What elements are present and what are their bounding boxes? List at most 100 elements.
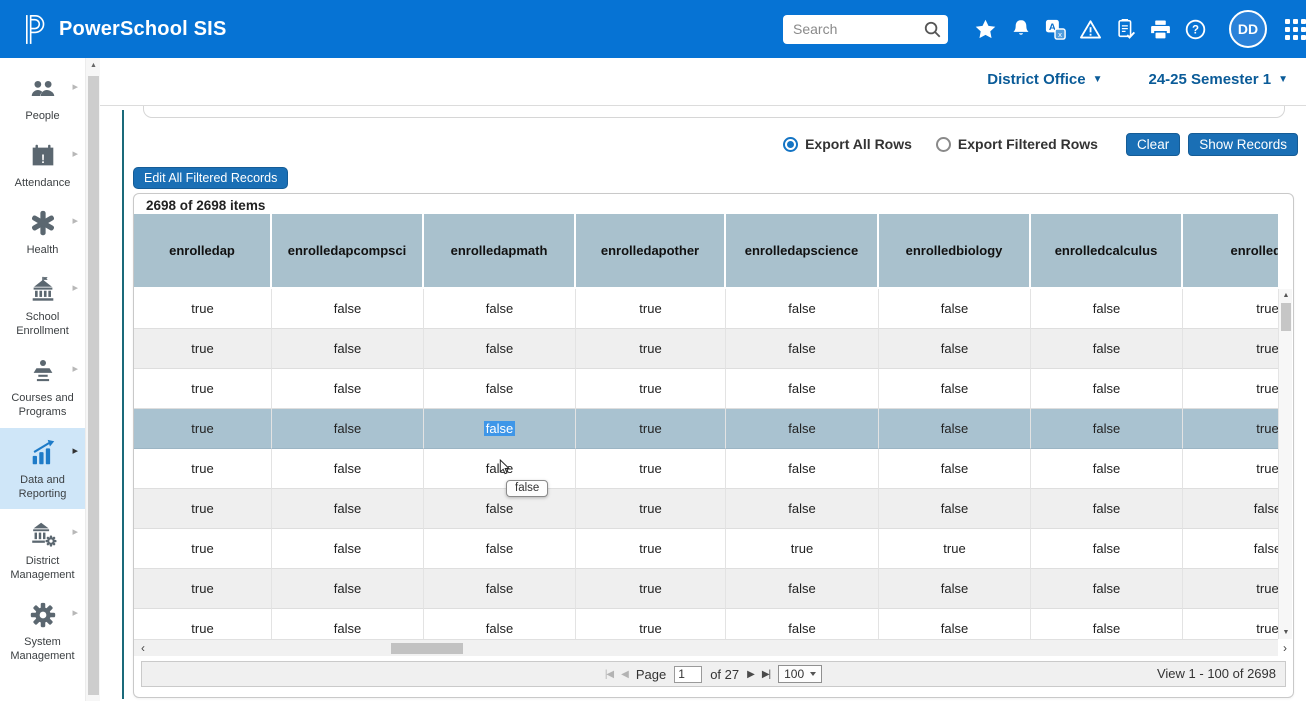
table-cell[interactable]: false [424,369,576,409]
table-row[interactable]: truefalsefalsetruefalsefalsefalsetrue [134,569,1278,609]
table-cell[interactable]: true [576,289,726,329]
sidebar-item-district-management[interactable]: ▸District Management [0,509,85,590]
table-cell[interactable]: false [1183,529,1278,569]
table-cell[interactable]: true [134,449,272,489]
table-cell[interactable]: true [134,329,272,369]
table-cell[interactable]: false [424,569,576,609]
table-cell[interactable]: false [726,489,879,529]
table-cell[interactable]: false [726,449,879,489]
table-cell[interactable]: true [879,529,1031,569]
next-page-icon[interactable]: ▶ [747,669,754,680]
table-cell[interactable]: false [879,609,1031,639]
table-cell[interactable]: false [726,329,879,369]
table-cell[interactable]: false [726,409,879,449]
table-cell[interactable]: false [424,409,576,449]
clear-button[interactable]: Clear [1126,133,1180,156]
table-cell[interactable]: false [1031,289,1183,329]
table-cell[interactable]: false [1031,329,1183,369]
table-row[interactable]: truefalsefalsetruefalsefalsefalsetrue [134,449,1278,489]
table-cell[interactable]: false [424,489,576,529]
table-cell[interactable]: true [576,489,726,529]
search-icon[interactable] [923,20,942,44]
table-cell[interactable]: false [424,329,576,369]
scroll-up-icon[interactable]: ▲ [1279,292,1293,299]
table-cell[interactable]: false [879,449,1031,489]
column-header[interactable]: enrolledbiology [879,214,1031,289]
prev-page-icon[interactable]: ◀ [621,669,628,680]
column-header[interactable]: enrolledcalculus [1031,214,1183,289]
table-cell[interactable]: true [1183,569,1278,609]
table-cell[interactable]: true [1183,329,1278,369]
table-row[interactable]: truefalsefalsetruetruetruefalsefalse [134,529,1278,569]
sidebar-item-school-enrollment[interactable]: ▸School Enrollment [0,265,85,346]
column-header[interactable]: enrolledap [134,214,272,289]
scroll-down-icon[interactable]: ▼ [1279,629,1293,636]
table-row[interactable]: truefalsefalsetruefalsefalsefalsetrue [134,329,1278,369]
table-cell[interactable]: false [272,409,424,449]
last-page-icon[interactable]: ▶| [762,669,770,680]
table-cell[interactable]: false [879,489,1031,529]
app-switcher-icon[interactable] [1285,19,1306,40]
table-cell[interactable]: false [879,409,1031,449]
table-cell[interactable]: false [1031,569,1183,609]
table-cell[interactable]: false [726,569,879,609]
table-cell[interactable]: true [134,289,272,329]
edit-all-filtered-records-button[interactable]: Edit All Filtered Records [133,167,288,189]
table-cell[interactable]: true [726,529,879,569]
table-row[interactable]: truefalsefalsetruefalsefalsefalsefalse [134,489,1278,529]
export-filtered-radio[interactable] [936,137,951,152]
sidebar-item-courses-and-programs[interactable]: ▸Courses and Programs [0,346,85,427]
column-header[interactable]: enrolledapcompsci [272,214,424,289]
table-cell[interactable]: false [1031,449,1183,489]
star-icon[interactable] [968,14,1003,44]
table-cell[interactable]: false [424,289,576,329]
table-cell[interactable]: false [726,609,879,639]
table-cell[interactable]: false [879,569,1031,609]
table-cell[interactable]: false [1031,529,1183,569]
table-cell[interactable]: true [1183,289,1278,329]
warning-triangle-icon[interactable] [1073,14,1108,44]
column-header[interactable]: enrolledapmath [424,214,576,289]
clipboard-check-icon[interactable] [1108,14,1143,44]
column-header[interactable]: enrolledche [1183,214,1278,289]
table-cell[interactable]: true [576,329,726,369]
table-cell[interactable]: true [576,609,726,639]
column-header[interactable]: enrolledapother [576,214,726,289]
table-cell[interactable]: false [272,569,424,609]
table-vertical-scrollbar[interactable]: ▲ ▼ [1278,289,1292,639]
table-cell[interactable]: true [1183,609,1278,639]
page-number-input[interactable] [674,666,702,683]
table-cell[interactable]: false [726,369,879,409]
column-header[interactable]: enrolledapscience [726,214,879,289]
school-selector[interactable]: District Office ▼ [987,71,1102,88]
export-all-radio[interactable] [783,137,798,152]
table-horizontal-scrollbar[interactable]: ‹ › [134,639,1278,656]
table-cell[interactable]: true [576,409,726,449]
table-cell[interactable]: true [576,529,726,569]
sidebar-item-health[interactable]: ▸Health [0,198,85,265]
table-cell[interactable]: true [576,369,726,409]
page-size-select[interactable]: 100 [778,665,822,683]
first-page-icon[interactable]: |◀ [605,669,613,680]
powerschool-logo-icon[interactable] [22,13,47,46]
table-cell[interactable]: false [879,329,1031,369]
bell-icon[interactable] [1003,14,1038,44]
table-cell[interactable]: false [272,529,424,569]
horizontal-scrollbar-thumb[interactable] [391,643,463,654]
table-cell[interactable]: false [1031,489,1183,529]
scroll-right-icon[interactable]: › [1278,640,1292,657]
table-cell[interactable]: false [424,609,576,639]
show-records-button[interactable]: Show Records [1188,133,1298,156]
table-cell[interactable]: false [424,529,576,569]
table-cell[interactable]: false [879,369,1031,409]
scroll-left-icon[interactable]: ‹ [136,640,150,657]
vertical-scrollbar-thumb[interactable] [1281,303,1291,331]
sidebar-item-attendance[interactable]: !▸Attendance [0,131,85,198]
table-cell[interactable]: false [1031,369,1183,409]
printer-icon[interactable] [1143,14,1178,44]
table-cell[interactable]: false [726,289,879,329]
table-cell[interactable]: false [272,289,424,329]
table-cell[interactable]: false [272,369,424,409]
sidebar-item-data-and-reporting[interactable]: ▸Data and Reporting [0,428,85,509]
user-avatar[interactable]: DD [1229,10,1267,48]
